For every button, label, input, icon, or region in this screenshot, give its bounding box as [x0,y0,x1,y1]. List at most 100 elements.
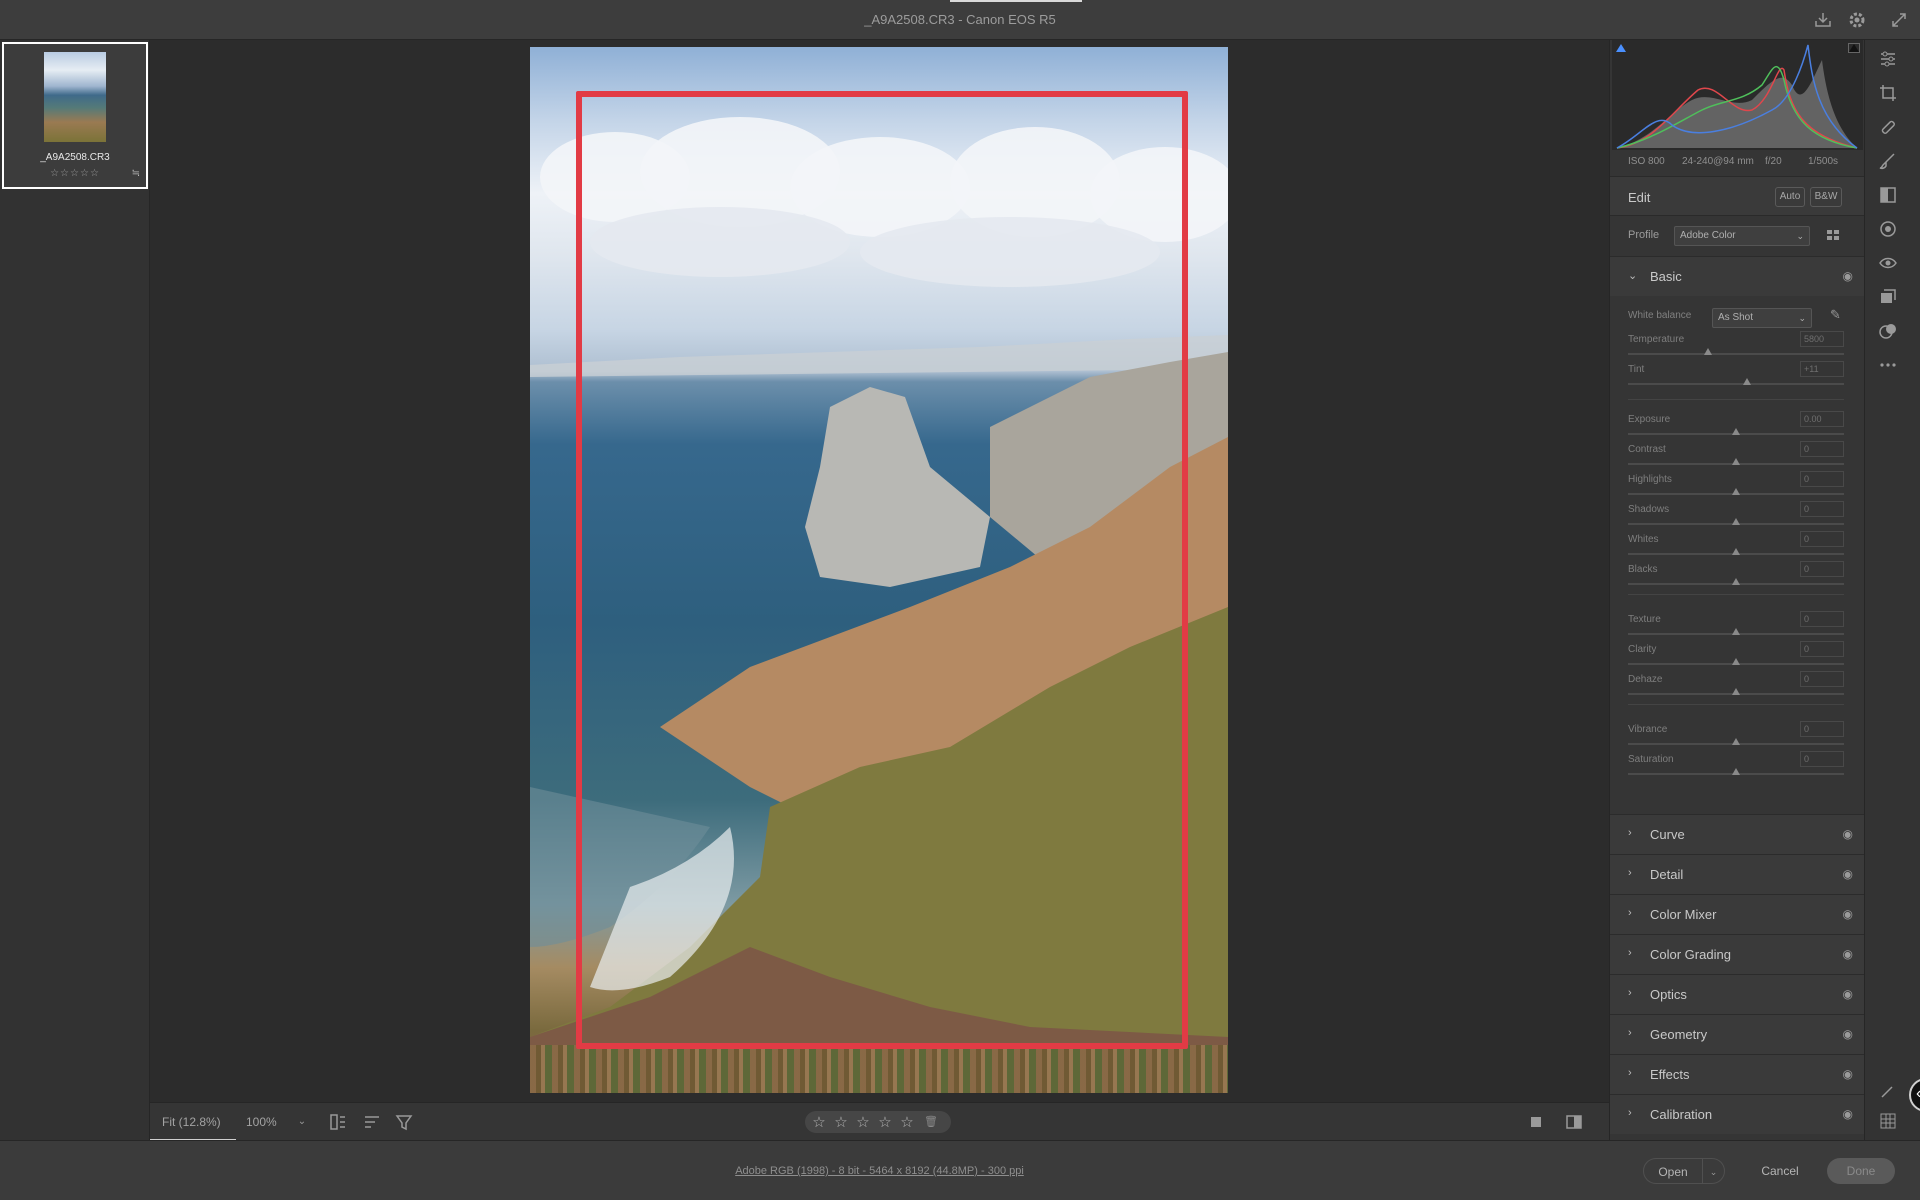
workflow-options-link[interactable]: Adobe RGB (1998) - 8 bit - 5464 x 8192 (… [0,1165,1759,1177]
healing-icon[interactable] [1877,116,1899,138]
slider-value-field[interactable]: 5800 [1800,331,1844,347]
eye-icon[interactable]: ◉ [1843,269,1853,283]
brush-icon[interactable] [1877,150,1899,172]
filter-icon[interactable] [394,1112,414,1132]
section-color-grading[interactable]: › Color Grading ◉ [1610,934,1865,974]
slider-knob[interactable] [1732,658,1740,665]
slider-value-field[interactable]: 0 [1800,611,1844,627]
before-after-view-icon[interactable] [1564,1112,1584,1132]
more-options-icon[interactable] [1877,354,1899,376]
section-optics[interactable]: › Optics ◉ [1610,974,1865,1014]
slider-knob[interactable] [1732,518,1740,525]
black-white-button[interactable]: B&W [1810,187,1842,207]
slider-whites[interactable]: Whites 0 [1628,531,1844,564]
settings-gear-icon[interactable] [1846,9,1868,31]
slider-value-field[interactable]: 0 [1800,641,1844,657]
profile-select[interactable]: Adobe Color ⌄ [1674,226,1810,246]
slider-value-field[interactable]: 0 [1800,671,1844,687]
rating-star-3[interactable]: ☆ [855,1113,871,1131]
slider-value-field[interactable]: 0 [1800,721,1844,737]
toggle-sampler-icon[interactable] [1877,1080,1899,1102]
presets-icon[interactable] [1877,320,1899,342]
slider-tint[interactable]: Tint +11 [1628,361,1844,394]
slider-value-field[interactable]: 0 [1800,751,1844,767]
slider-knob[interactable] [1732,738,1740,745]
open-dropdown-chevron-icon[interactable]: ⌄ [1703,1158,1725,1184]
slider-shadows[interactable]: Shadows 0 [1628,501,1844,534]
section-basic[interactable]: ⌄ Basic ◉ [1610,256,1865,296]
slider-knob[interactable] [1732,628,1740,635]
delete-trash-icon[interactable]: 🗑 [923,1115,939,1128]
zoom-dropdown-chevron-icon[interactable]: ⌄ [290,1109,314,1135]
slider-knob[interactable] [1732,688,1740,695]
slider-value-field[interactable]: 0 [1800,441,1844,457]
slider-dehaze[interactable]: Dehaze 0 [1628,671,1844,704]
slider-knob[interactable] [1732,428,1740,435]
cancel-button[interactable]: Cancel [1745,1158,1815,1184]
section-curve[interactable]: › Curve ◉ [1610,814,1865,854]
slider-knob[interactable] [1732,548,1740,555]
slider-blacks[interactable]: Blacks 0 [1628,561,1844,594]
thumbnail-rating[interactable]: ☆☆☆☆☆ [4,168,146,179]
open-button[interactable]: Open [1643,1158,1703,1184]
save-image-icon[interactable] [1812,9,1834,31]
section-calibration[interactable]: › Calibration ◉ [1610,1094,1865,1134]
slider-value-field[interactable]: +11 [1800,361,1844,377]
highlight-clipping-warning-icon[interactable] [1848,43,1860,53]
slider-value-field[interactable]: 0.00 [1800,411,1844,427]
eye-icon[interactable]: ◉ [1843,947,1853,961]
slider-highlights[interactable]: Highlights 0 [1628,471,1844,504]
slider-saturation[interactable]: Saturation 0 [1628,751,1844,784]
eye-icon[interactable]: ◉ [1843,1107,1853,1121]
slider-knob[interactable] [1732,578,1740,585]
slider-vibrance[interactable]: Vibrance 0 [1628,721,1844,754]
shadow-clipping-warning-icon[interactable] [1616,44,1626,52]
profile-browser-icon[interactable] [1826,228,1842,244]
white-balance-select[interactable]: As Shot ⌄ [1712,308,1812,328]
slider-knob[interactable] [1742,378,1751,385]
slider-contrast[interactable]: Contrast 0 [1628,441,1844,474]
eye-icon[interactable]: ◉ [1843,1067,1853,1081]
slider-texture[interactable]: Texture 0 [1628,611,1844,644]
auto-button[interactable]: Auto [1775,187,1805,207]
eye-icon[interactable]: ◉ [1843,867,1853,881]
radial-gradient-icon[interactable] [1877,218,1899,240]
crop-icon[interactable] [1877,82,1899,104]
slider-track[interactable] [1628,383,1844,385]
collapse-panel-chevron-icon[interactable]: ‹ [1909,1078,1920,1112]
rating-star-2[interactable]: ☆ [833,1113,849,1131]
slider-knob[interactable] [1732,458,1740,465]
rating-star-4[interactable]: ☆ [877,1113,893,1131]
full-screen-icon[interactable] [1888,9,1910,31]
slider-knob[interactable] [1732,488,1740,495]
eye-icon[interactable]: ◉ [1843,907,1853,921]
grid-overlay-icon[interactable] [1877,1110,1899,1132]
rating-star-5[interactable]: ☆ [899,1113,915,1131]
snapshots-icon[interactable] [1877,286,1899,308]
red-eye-icon[interactable] [1877,252,1899,274]
slider-track[interactable] [1628,353,1844,355]
section-effects[interactable]: › Effects ◉ [1610,1054,1865,1094]
image-canvas[interactable] [150,40,1609,1102]
eyedropper-icon[interactable]: ✎ [1830,307,1841,323]
fit-zoom-button[interactable]: Fit (12.8%) [150,1103,236,1141]
edit-sliders-icon[interactable] [1877,48,1899,70]
eye-icon[interactable]: ◉ [1843,987,1853,1001]
section-geometry[interactable]: › Geometry ◉ [1610,1014,1865,1054]
filmstrip-toggle-icon[interactable] [328,1112,348,1132]
slider-knob[interactable] [1732,768,1740,775]
slider-value-field[interactable]: 0 [1800,471,1844,487]
section-color-mixer[interactable]: › Color Mixer ◉ [1610,894,1865,934]
rating-star-1[interactable]: ☆ [811,1113,827,1131]
slider-value-field[interactable]: 0 [1800,561,1844,577]
done-button[interactable]: Done [1827,1158,1895,1184]
slider-value-field[interactable]: 0 [1800,501,1844,517]
section-detail[interactable]: › Detail ◉ [1610,854,1865,894]
linear-gradient-icon[interactable] [1877,184,1899,206]
slider-value-field[interactable]: 0 [1800,531,1844,547]
filmstrip-thumbnail[interactable]: _A9A2508.CR3 ☆☆☆☆☆ ≒ [2,42,148,189]
slider-exposure[interactable]: Exposure 0.00 [1628,411,1844,444]
sort-icon[interactable] [362,1112,382,1132]
slider-knob[interactable] [1703,348,1712,355]
eye-icon[interactable]: ◉ [1843,827,1853,841]
